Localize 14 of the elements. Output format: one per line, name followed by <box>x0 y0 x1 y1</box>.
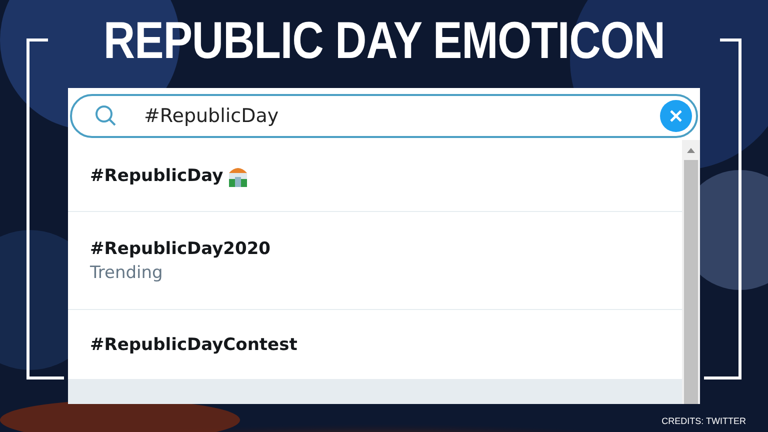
hashtag: #RepublicDayContest <box>90 334 298 354</box>
close-icon <box>668 108 684 124</box>
scrollbar[interactable] <box>682 140 700 404</box>
hashtag: #RepublicDay2020 <box>90 238 270 258</box>
close-button[interactable] <box>660 100 692 132</box>
search-field[interactable]: #RepublicDay <box>142 104 660 128</box>
headline: REPUBLIC DAY EMOTICON <box>103 11 665 72</box>
hashtag: #RepublicDay <box>90 166 224 186</box>
scroll-up-icon[interactable] <box>686 146 696 154</box>
trend-label: Trending <box>90 262 164 282</box>
search-icon <box>94 104 118 128</box>
search-bar[interactable]: #RepublicDay <box>70 94 698 138</box>
suggestion-item[interactable]: #RepublicDay <box>68 140 682 212</box>
credits: CREDITS: TWITTER <box>662 416 746 426</box>
